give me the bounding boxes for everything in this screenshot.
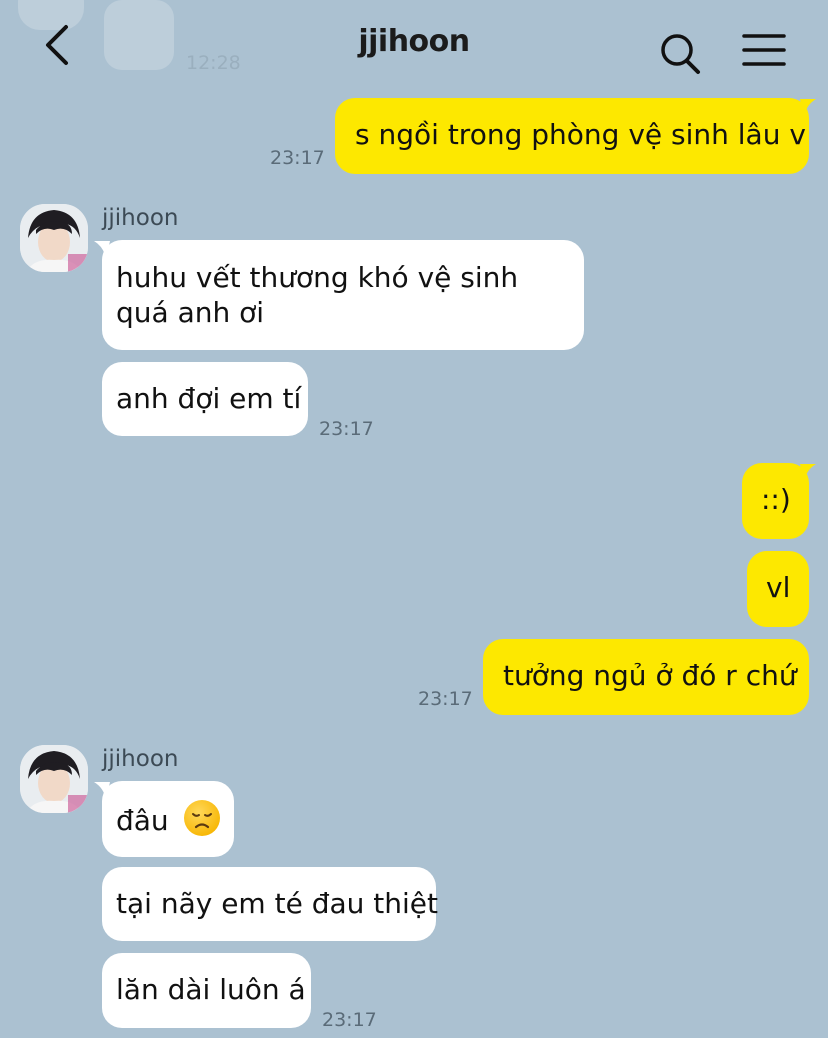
message-time: 23:17 [418, 688, 473, 710]
hamburger-menu-icon [742, 34, 786, 66]
message-time: 23:17 [319, 418, 374, 440]
message-time: 23:17 [322, 1009, 377, 1031]
bubble-tail [800, 464, 816, 482]
chat-screen: 12:28 jjihoon 23:17 s ngồi trong phòng v… [0, 0, 828, 1038]
my-message-bubble[interactable]: vl [747, 551, 809, 627]
avatar[interactable] [20, 204, 88, 272]
disappointed-face-icon [183, 800, 220, 836]
avatar[interactable] [20, 745, 88, 813]
chat-header: jjihoon [0, 0, 828, 92]
my-message-bubble[interactable]: tưởng ngủ ở đó r chứ [483, 639, 809, 715]
their-message-bubble[interactable]: huhu vết thương khó vệ sinh quá anh ơi [102, 240, 584, 350]
profile-photo [20, 745, 88, 813]
their-message-bubble[interactable]: tại nãy em té đau thiệt [102, 867, 438, 941]
their-message-bubble[interactable]: đâu [102, 781, 234, 857]
sender-name: jjihoon [102, 205, 179, 231]
menu-button[interactable] [738, 28, 790, 72]
my-message-bubble[interactable]: ::) [742, 463, 809, 539]
profile-photo [20, 204, 88, 272]
message-time: 23:17 [270, 147, 325, 169]
their-message-bubble[interactable]: lăn dài luôn á [102, 953, 311, 1028]
my-message-bubble[interactable]: s ngồi trong phòng vệ sinh lâu v [335, 98, 809, 174]
their-message-bubble[interactable]: anh đợi em tí [102, 362, 308, 436]
search-button[interactable] [656, 30, 704, 76]
sender-name: jjihoon [102, 746, 179, 772]
search-icon [661, 34, 700, 74]
message-text: đâu [116, 804, 169, 837]
bubble-tail [800, 99, 816, 117]
